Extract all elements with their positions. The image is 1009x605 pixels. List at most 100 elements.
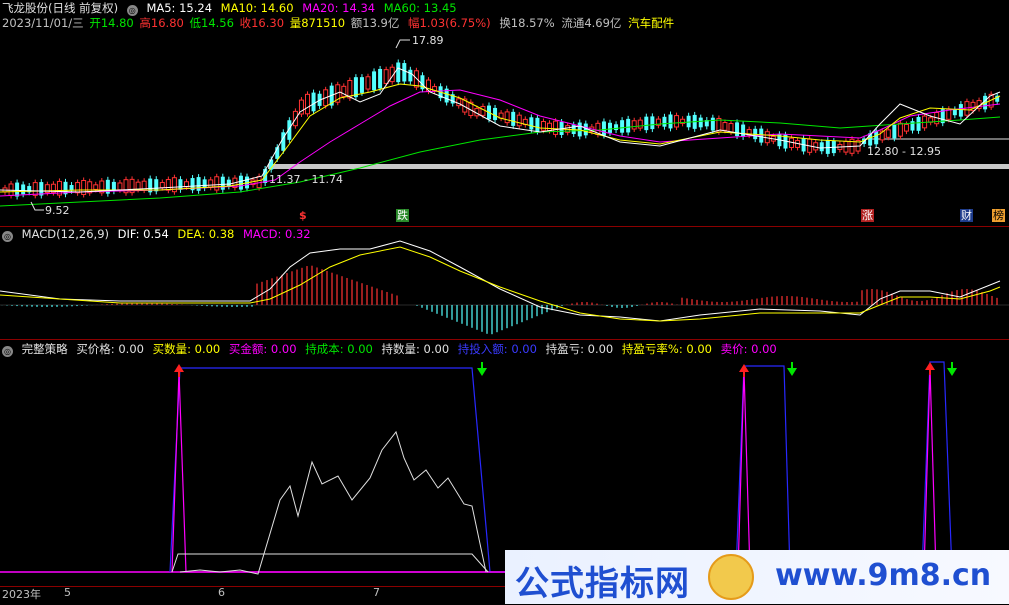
- peak-pointer: [395, 39, 410, 49]
- candle-body: [662, 116, 667, 127]
- candle-body: [540, 121, 546, 131]
- candle-body: [408, 69, 413, 82]
- candle-body: [135, 181, 141, 190]
- candle-body: [504, 111, 510, 124]
- candle-body: [383, 69, 389, 84]
- dea-line: [0, 246, 1001, 322]
- hold-invest-line: [169, 361, 953, 573]
- hold-pl-rate-line: [179, 430, 487, 575]
- candle-body: [8, 183, 14, 196]
- candle-body: [644, 116, 649, 131]
- candle-body: [365, 76, 371, 90]
- candle-body: [735, 122, 740, 137]
- candle-body: [378, 68, 383, 89]
- candle-body: [668, 114, 673, 129]
- candle-body: [21, 184, 26, 195]
- watermark-text-cn: 公式指标网: [515, 564, 690, 604]
- candle-body: [220, 176, 225, 190]
- candle-body: [614, 124, 619, 131]
- candle-body: [553, 120, 559, 135]
- candle-body: [311, 92, 316, 112]
- axis-year: 2023年: [2, 588, 41, 601]
- candle-body: [637, 119, 643, 129]
- candle-body: [583, 123, 588, 136]
- candle-body: [710, 117, 715, 131]
- candle-body: [819, 142, 824, 152]
- axis-month-5: 5: [64, 586, 71, 599]
- candle-body: [903, 123, 909, 132]
- candle-body: [741, 124, 746, 137]
- candle-body: [698, 117, 703, 128]
- axis-month-6: 6: [218, 586, 225, 599]
- candle-body: [159, 182, 165, 189]
- candle-body: [202, 179, 207, 189]
- watermark-logo-icon: [708, 554, 754, 600]
- event-tag-cai[interactable]: 财: [960, 209, 973, 222]
- candle-body: [535, 117, 540, 132]
- candle-body: [208, 179, 214, 188]
- candle-body: [620, 120, 625, 133]
- range-right-label: 12.80 - 12.95: [867, 145, 941, 158]
- support-band-bar: [268, 164, 1009, 169]
- candle-body: [529, 117, 534, 130]
- candle-body: [813, 142, 819, 151]
- macd-chart: [0, 240, 1009, 335]
- ma5-line: [0, 67, 1001, 193]
- candle-body: [910, 121, 915, 131]
- candle-body: [874, 130, 879, 145]
- candle-body: [372, 71, 377, 91]
- dif-line: [0, 240, 1001, 322]
- hold-pl-line: [171, 553, 489, 573]
- candle-body: [650, 116, 655, 130]
- candle-body: [631, 120, 637, 130]
- axis-month-7: 7: [373, 586, 380, 599]
- peak-price-label: 17.89: [412, 34, 444, 47]
- candle-body: [825, 140, 830, 154]
- candle-body: [516, 114, 522, 127]
- macd-panel[interactable]: ◎ MACD(12,26,9) DIF: 0.54 DEA: 0.38 MACD…: [0, 227, 1009, 339]
- candle-body: [165, 179, 171, 191]
- candle-body: [608, 122, 612, 133]
- candle-body: [214, 176, 220, 191]
- buy-amount-line: [171, 367, 937, 573]
- kline-chart: [0, 39, 1009, 211]
- low-pointer: [30, 201, 44, 211]
- candle-body: [480, 105, 486, 116]
- event-tag-bang[interactable]: 榜: [992, 209, 1005, 222]
- candle-body: [952, 109, 957, 116]
- candle-body: [305, 93, 310, 115]
- candle-body: [728, 123, 734, 133]
- candle-body: [916, 116, 921, 131]
- candle-body: [892, 125, 897, 139]
- candle-body: [238, 175, 243, 190]
- candle-body: [93, 184, 99, 190]
- candle-body: [674, 115, 680, 128]
- range-left-label: 11.37 - 11.74: [269, 173, 343, 186]
- candle-body: [493, 107, 498, 121]
- candle-body: [396, 62, 401, 83]
- candle-body: [117, 182, 123, 191]
- candle-body: [178, 179, 183, 190]
- low-price-label: 9.52: [45, 204, 70, 217]
- candle-body: [958, 104, 963, 117]
- candle-body: [511, 111, 516, 126]
- candle-body: [402, 63, 407, 82]
- watermark-text-url: www.9m8.cn: [775, 558, 992, 593]
- candle-body: [359, 77, 364, 93]
- event-tag-s[interactable]: $: [298, 209, 308, 222]
- event-tag-zhang[interactable]: 涨: [861, 209, 874, 222]
- kline-panel[interactable]: 飞龙股份(日线 前复权) ◎ MA5: 15.24 MA10: 14.60 MA…: [0, 0, 1009, 226]
- candle-body: [547, 122, 552, 132]
- candle-body: [601, 121, 606, 136]
- candle-body: [885, 129, 891, 138]
- watermark-banner: 公式指标网 www.9m8.cn: [505, 550, 1009, 604]
- candle-body: [196, 177, 201, 191]
- event-tag-die[interactable]: 跌: [396, 209, 409, 222]
- candle-body: [626, 118, 631, 133]
- candle-body: [897, 122, 903, 137]
- candle-body: [226, 179, 231, 187]
- candle-body: [15, 182, 20, 197]
- candle-body: [75, 182, 81, 194]
- candle-body: [722, 122, 728, 131]
- candle-body: [32, 182, 38, 196]
